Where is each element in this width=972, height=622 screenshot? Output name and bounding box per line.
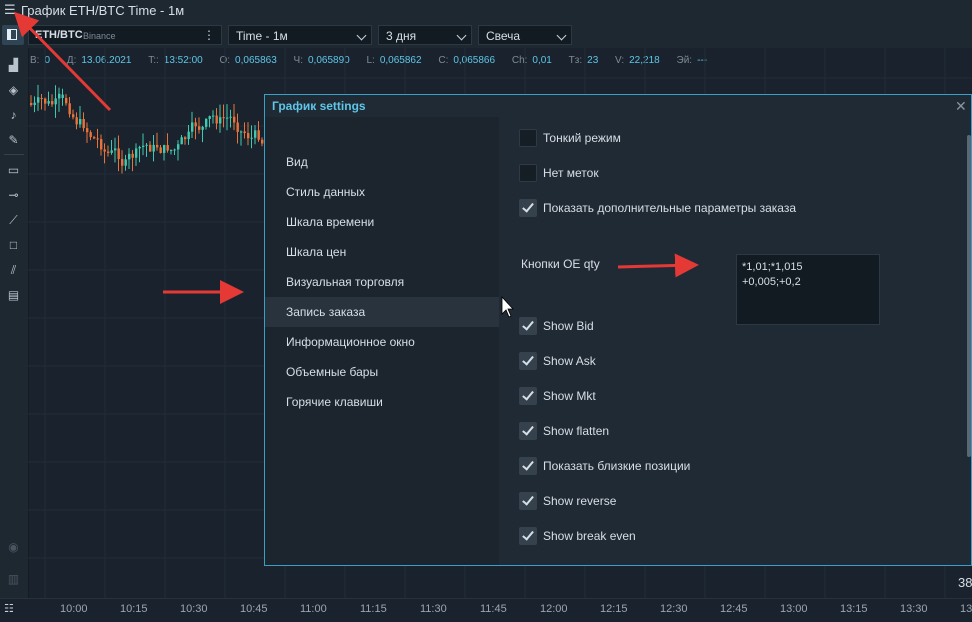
- mouse-cursor-icon: [501, 295, 514, 318]
- arrow-to-oe-qty: [617, 253, 699, 278]
- annotation-arrows: [13, 11, 699, 318]
- arrow-to-menu: [13, 11, 112, 112]
